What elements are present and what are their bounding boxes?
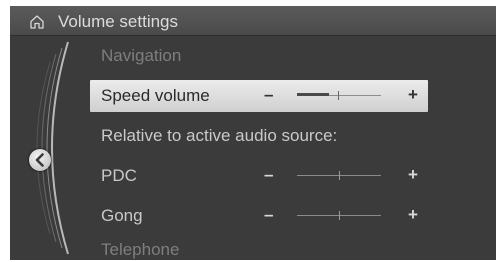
menu-item-pdc[interactable]: PDC – +: [90, 160, 428, 192]
slider-fill: [297, 93, 329, 96]
slider-center-tick: [338, 91, 339, 100]
menu-item-telephone[interactable]: Telephone: [90, 234, 428, 260]
decrease-button[interactable]: –: [264, 85, 273, 105]
home-icon[interactable]: [28, 13, 46, 31]
decrease-button[interactable]: –: [264, 165, 273, 185]
back-button[interactable]: [29, 149, 51, 171]
volume-settings-screen: Volume settings Navigation Speed volume …: [10, 6, 496, 260]
increase-button[interactable]: +: [408, 165, 418, 185]
menu-arc-decoration: [36, 41, 69, 255]
decrease-button[interactable]: –: [264, 205, 273, 225]
increase-button[interactable]: +: [408, 85, 418, 105]
menu-item-speed-volume[interactable]: Speed volume – +: [90, 80, 428, 112]
slider-indicator: [339, 171, 340, 180]
menu-item-navigation[interactable]: Navigation: [90, 40, 428, 72]
menu-item-gong[interactable]: Gong – +: [90, 200, 428, 232]
increase-button[interactable]: +: [408, 205, 418, 225]
menu-item-relative-audio: Relative to active audio source:: [90, 120, 428, 152]
menu-item-label: Gong: [101, 206, 143, 225]
menu-item-label: Speed volume: [101, 86, 210, 105]
chevron-left-icon: [35, 153, 44, 167]
slider-indicator: [339, 211, 340, 220]
section-label: Relative to active audio source:: [101, 126, 338, 145]
menu-item-label: PDC: [101, 166, 137, 185]
menu-item-label: Telephone: [101, 240, 180, 259]
menu-item-label: Navigation: [101, 46, 182, 65]
header-bar: Volume settings: [10, 6, 496, 36]
page-title: Volume settings: [58, 12, 179, 31]
